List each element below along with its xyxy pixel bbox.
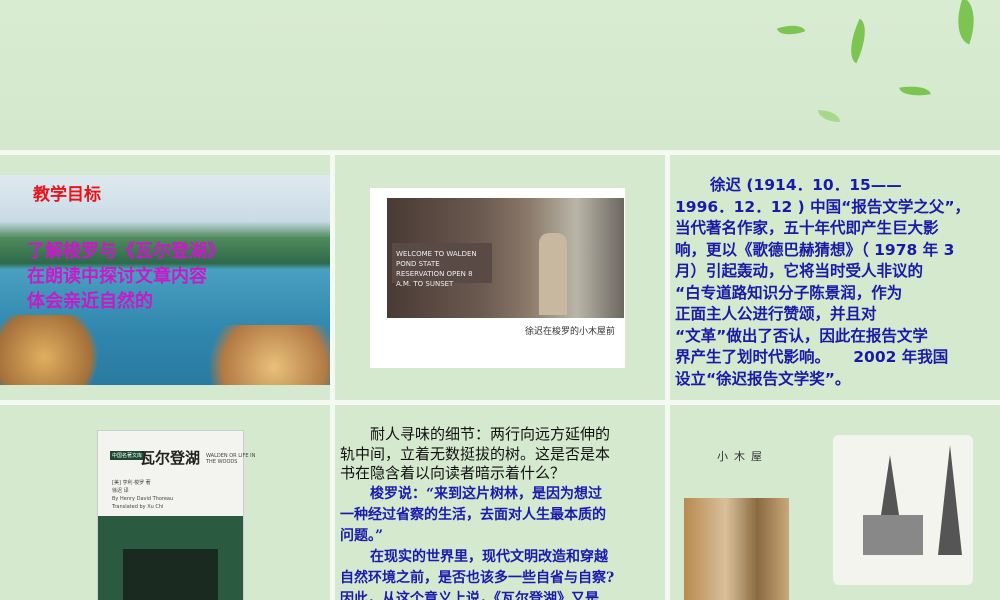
quote-line: 问题。” — [340, 527, 384, 544]
cabin-label: 小木屋 — [717, 450, 768, 463]
slide-cabin[interactable]: 小木屋 — [670, 405, 1000, 600]
book-cover: 中国名著文库 瓦尔登湖 WALDEN OR LIFE IN THE WOODS … — [97, 430, 255, 600]
photo-card: WELCOME TO WALDEN POND STATE RESERVATION… — [370, 188, 625, 368]
flowers-image — [0, 315, 110, 385]
quote-line: 一种经过省察的生活，去面对人生最本质的 — [340, 506, 606, 523]
book-translator-en: Translated by Xu Chi — [112, 504, 164, 510]
book-credits: [美] 亨利·梭罗 著 徐迟 译 By Henry David Thoreau … — [112, 479, 173, 511]
bio-text: 徐迟 (1914．10．15—— 1996．12．12 ) 中国“报告文学之父”… — [675, 175, 997, 390]
goal-item: 体会亲近自然的 — [27, 291, 153, 312]
tree-icon — [938, 445, 962, 555]
title-area — [0, 0, 1000, 150]
bio-line: 当代著名作家，五十年代即产生巨大影 — [675, 219, 939, 237]
book-translator: 徐迟 译 — [112, 488, 129, 494]
quote-line: 梭罗说：“来到这片树林，是因为想过 — [370, 485, 603, 502]
goal-item: 了解梭罗与《瓦尔登湖》 — [27, 241, 225, 262]
slide-teaching-goals[interactable]: 教学目标 了解梭罗与《瓦尔登湖》 在朗读中探讨文章内容 体会亲近自然的 — [0, 155, 330, 400]
leaf-icon — [899, 82, 931, 100]
goal-item: 在朗读中探讨文章内容 — [27, 266, 207, 287]
cabin-sketch — [833, 435, 973, 585]
bio-line: 界产生了划时代影响。 2002 年我国 — [675, 348, 949, 366]
text-line: 耐人寻味的细节：两行向远方延伸的 — [370, 425, 611, 443]
cabin-interior-photo — [684, 498, 789, 600]
flowers-image — [190, 325, 330, 385]
bio-line: “白专道路知识分子陈景润，作为 — [675, 283, 903, 302]
quote-line: 在现实的世界里，现代文明改造和穿越 — [370, 548, 608, 565]
goal-list: 了解梭罗与《瓦尔登湖》 在朗读中探讨文章内容 体会亲近自然的 — [27, 239, 225, 314]
slide-book-cover[interactable]: 中国名著文库 瓦尔登湖 WALDEN OR LIFE IN THE WOODS … — [0, 405, 330, 600]
book-series: 中国名著文库 — [110, 451, 145, 460]
bio-line: 响，更以《歌德巴赫猜想》（ 1978 年 3 — [675, 240, 955, 259]
book-author: [美] 亨利·梭罗 著 — [112, 480, 151, 486]
bio-line: “文革”做出了否认，因此在报告文学 — [675, 326, 928, 345]
quote-line: 自然环境之前，是否也该多一些自省与自察? — [340, 569, 615, 586]
bio-line: 正面主人公进行赞颂，并且对 — [675, 305, 877, 323]
leaf-icon — [948, 0, 984, 45]
bio-line: 1996．12．12 ) 中国“报告文学之父”， — [675, 197, 971, 216]
slide-biography[interactable]: 徐迟 (1914．10．15—— 1996．12．12 ) 中国“报告文学之父”… — [670, 155, 1000, 400]
text-line: 书在隐含着以向读者暗示着什么？ — [340, 464, 566, 482]
cabin-icon — [863, 515, 923, 555]
goal-title: 教学目标 — [33, 185, 101, 205]
photo-caption: 徐迟在梭罗的小木屋前 — [524, 327, 615, 337]
book-subtitle: WALDEN OR LIFE IN THE WOODS — [206, 453, 256, 465]
leaf-icon — [841, 18, 875, 64]
leaf-icon — [776, 19, 806, 41]
person-figure — [539, 233, 567, 315]
slide-photo[interactable]: WELCOME TO WALDEN POND STATE RESERVATION… — [335, 155, 665, 400]
bio-line: 设立“徐迟报告文学奖”。 — [675, 369, 851, 388]
forest-image — [123, 549, 218, 600]
book-title: 瓦尔登湖 — [140, 449, 201, 467]
book-author-en: By Henry David Thoreau — [112, 496, 174, 502]
bio-line: 徐迟 (1914．10．15—— — [710, 176, 902, 194]
walden-sign: WELCOME TO WALDEN POND STATE RESERVATION… — [392, 243, 492, 288]
slide-discussion[interactable]: 耐人寻味的细节：两行向远方延伸的 轨中间，立着无数挺拔的树。这是否是本 书在隐含… — [335, 405, 665, 600]
bio-line: 月）引起轰动，它将当时受人非议的 — [675, 262, 924, 280]
text-line: 轨中间，立着无数挺拔的树。这是否是本 — [340, 444, 611, 463]
walden-photo: WELCOME TO WALDEN POND STATE RESERVATION… — [387, 198, 624, 318]
quote-line: 因此，从这个意义上说，《瓦尔登湖》又是 — [340, 590, 599, 600]
discussion-text: 耐人寻味的细节：两行向远方延伸的 轨中间，立着无数挺拔的树。这是否是本 书在隐含… — [340, 425, 662, 600]
leaf-icon — [818, 110, 840, 122]
